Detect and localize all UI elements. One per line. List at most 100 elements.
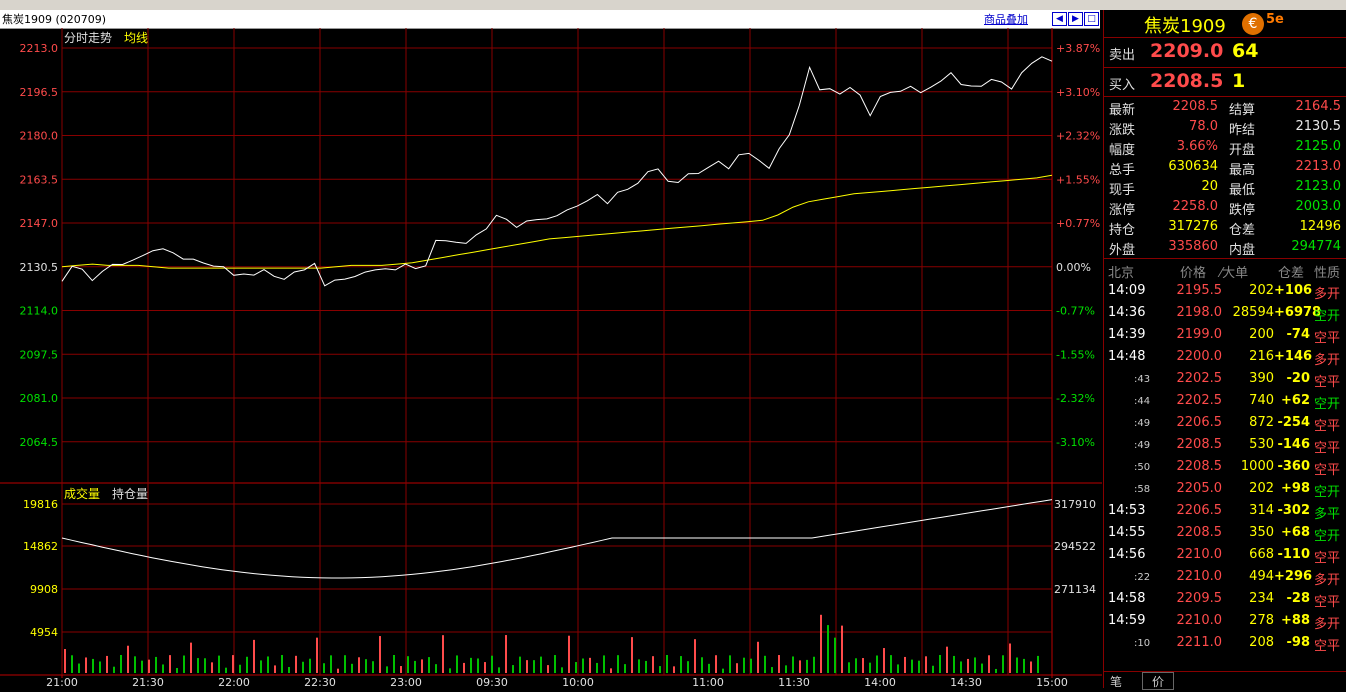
trade-time: :49 <box>1134 440 1151 451</box>
quote-row: 幅度 3.66% 开盘 2125.0 <box>1104 138 1346 158</box>
quote-label: 涨停 <box>1109 203 1136 218</box>
time-tick: 22:30 <box>304 676 336 688</box>
trade-volume: 278 <box>1249 613 1274 628</box>
ask-row: 卖出 2209.0 64 <box>1104 40 1346 66</box>
trade-time: 14:58 <box>1108 591 1146 606</box>
trade-type: 多开 <box>1314 353 1341 368</box>
quote-value: 2125.0 <box>1295 139 1342 154</box>
trade-volume: 740 <box>1249 393 1274 408</box>
trade-price: 2210.0 <box>1176 547 1223 562</box>
chart-title: 分时走势 <box>64 31 112 45</box>
trade-volume: 202 <box>1249 283 1274 298</box>
price-tick: 2114.0 <box>20 305 59 318</box>
time-tick: 11:30 <box>778 676 810 688</box>
overlay-link[interactable]: 商品叠加 <box>984 11 1028 27</box>
trade-row: :49 2208.5 530 -146 空平 <box>1104 435 1346 457</box>
trade-volume: 1000 <box>1240 459 1274 474</box>
trade-time: 14:55 <box>1108 525 1146 540</box>
pct-tick: -1.55% <box>1056 348 1095 361</box>
trade-volume: 668 <box>1249 547 1274 562</box>
time-tick: 21:30 <box>132 676 164 688</box>
time-tick: 15:00 <box>1036 676 1068 688</box>
trade-price: 2211.0 <box>1176 635 1223 650</box>
price-tick: 2213.0 <box>20 42 59 55</box>
pct-tick: -3.10% <box>1056 436 1095 449</box>
trade-oi-change: +296 <box>1274 569 1313 584</box>
pct-tick: +3.87% <box>1056 42 1100 55</box>
trade-volume: 234 <box>1249 591 1274 606</box>
logo-text: 5e <box>1266 12 1284 27</box>
trade-volume: 28594 <box>1232 305 1274 320</box>
pct-tick: -2.32% <box>1056 392 1095 405</box>
trade-volume: 202 <box>1249 481 1274 496</box>
trade-row: :22 2210.0 494 +296 多开 <box>1104 567 1346 589</box>
trade-oi-change: -98 <box>1286 635 1311 650</box>
time-tick: 11:00 <box>692 676 724 688</box>
quote-row: 涨跌 78.0 昨结 2130.5 <box>1104 118 1346 138</box>
bid-label: 买入 <box>1109 78 1136 93</box>
time-tick: 23:00 <box>390 676 422 688</box>
quote-label: 涨跌 <box>1109 123 1136 138</box>
trade-type: 空平 <box>1314 331 1341 346</box>
volume-tick: 9908 <box>30 583 58 596</box>
chart-area[interactable]: 2213.0 +3.87% 2196.5 +3.10% 2180.0 +2.32% 2163… <box>0 28 1102 689</box>
tab-ticks[interactable]: 笔 <box>1110 673 1122 690</box>
trade-type: 空开 <box>1314 485 1341 500</box>
quote-value: 2258.0 <box>1172 199 1219 214</box>
quote-label: 内盘 <box>1229 243 1256 258</box>
time-tick: 14:00 <box>864 676 896 688</box>
quote-value: 335860 <box>1168 239 1218 254</box>
trade-time: :50 <box>1134 462 1151 473</box>
intraday-chart[interactable]: 2213.0 +3.87% 2196.5 +3.10% 2180.0 +2.32% 2163… <box>0 28 1102 689</box>
trade-price: 2210.0 <box>1176 569 1223 584</box>
trade-time: :44 <box>1134 396 1151 407</box>
trade-type: 空开 <box>1314 309 1341 324</box>
volume-tick: 14862 <box>23 540 58 553</box>
quote-label: 跌停 <box>1229 203 1256 218</box>
trade-row: 14:58 2209.5 234 -28 空平 <box>1104 589 1346 611</box>
quote-value: 12496 <box>1299 219 1341 234</box>
pct-tick: +3.10% <box>1056 86 1100 99</box>
trade-oi-change: -254 <box>1277 415 1310 430</box>
pct-tick: +2.32% <box>1056 130 1100 143</box>
price-tick: 2130.5 <box>20 261 59 274</box>
trade-type: 空平 <box>1314 639 1341 654</box>
trade-row: 14:36 2198.0 28594 +6978 空开 <box>1104 303 1346 325</box>
time-tick: 22:00 <box>218 676 250 688</box>
quote-header: 焦炭1909 € 5e <box>1104 10 1346 37</box>
trade-row: :44 2202.5 740 +62 空开 <box>1104 391 1346 413</box>
price-tick: 2147.0 <box>20 217 59 230</box>
quote-row: 最新 2208.5 结算 2164.5 <box>1104 98 1346 118</box>
time-tick: 10:00 <box>562 676 594 688</box>
trade-time: 14:53 <box>1108 503 1146 518</box>
prev-icon[interactable]: ◀ <box>1052 12 1067 26</box>
trade-row: :43 2202.5 390 -20 空平 <box>1104 369 1346 391</box>
chart-grid <box>0 28 1102 678</box>
trade-row: :10 2211.0 208 -98 空平 <box>1104 633 1346 655</box>
trade-oi-change: -74 <box>1286 327 1311 342</box>
trade-row: 14:09 2195.5 202 +106 多开 <box>1104 281 1346 303</box>
price-tick: 2180.0 <box>20 130 59 143</box>
trade-time: 14:48 <box>1108 349 1146 364</box>
maximize-icon[interactable]: □ <box>1084 12 1099 26</box>
trade-time: 14:59 <box>1108 613 1146 628</box>
quote-value: 2130.5 <box>1295 119 1342 134</box>
volume-label: 成交量 <box>64 486 100 501</box>
trade-time: :49 <box>1134 418 1151 429</box>
trade-type: 空开 <box>1314 529 1341 544</box>
title-bar: 焦炭1909 (020709) 商品叠加 ◀ ▶ □ <box>0 10 1100 29</box>
next-icon[interactable]: ▶ <box>1068 12 1083 26</box>
trade-price: 2195.5 <box>1176 283 1223 298</box>
trade-oi-change: -110 <box>1277 547 1310 562</box>
pct-tick: 0.00% <box>1056 261 1091 274</box>
trade-oi-change: +98 <box>1281 481 1310 496</box>
bid-price: 2208.5 <box>1150 70 1224 92</box>
trade-oi-change: +146 <box>1274 349 1313 364</box>
quote-row: 总手 630634 最高 2213.0 <box>1104 158 1346 178</box>
trade-type: 空平 <box>1314 441 1341 456</box>
menu-bar[interactable] <box>0 0 1346 10</box>
trade-type: 空平 <box>1314 595 1341 610</box>
tab-price[interactable]: 价 <box>1142 672 1174 690</box>
quote-row: 外盘 335860 内盘 294774 <box>1104 238 1346 258</box>
trade-oi-change: +68 <box>1281 525 1310 540</box>
